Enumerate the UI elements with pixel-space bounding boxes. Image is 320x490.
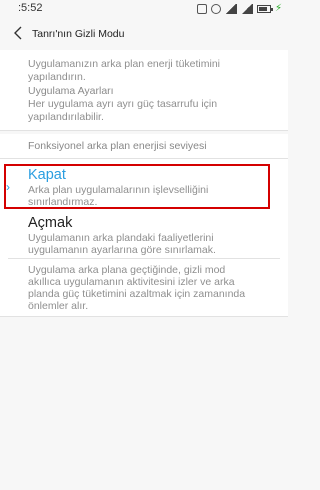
battery-icon	[256, 5, 273, 13]
wifi-icon	[240, 4, 253, 14]
settings-section: Uygulamanızın arka plan enerji tüketimin…	[0, 50, 288, 130]
inner-divider	[0, 158, 288, 159]
option-divider	[8, 258, 280, 259]
option-acmak-title: Açmak	[28, 215, 73, 231]
intro-text-line1: Uygulamanızın arka plan enerji tüketimin…	[28, 58, 221, 70]
status-icons: ⚡	[196, 3, 282, 15]
option-kapat-desc-line2: sınırlandırmaz.	[28, 196, 98, 208]
app-settings-desc-line1: Her uygulama ayrı ayrı güç tasarrufu içi…	[28, 98, 218, 110]
page-title: Tanrı'nın Gizli Modu	[32, 28, 125, 40]
chevron-left-icon[interactable]	[10, 24, 28, 42]
intro-text-line2: yapılandırın.	[28, 71, 86, 83]
bottom-divider	[0, 316, 288, 317]
footer-note-line4: önlemler alır.	[28, 300, 89, 312]
app-settings-title: Uygulama Ayarları	[28, 85, 114, 97]
functional-level-label: Fonksiyonel arka plan enerjisi seviyesi	[28, 140, 207, 152]
signal-icon	[224, 4, 237, 14]
selected-indicator-icon: ›	[6, 180, 10, 194]
app-settings-desc-line2: yapılandırılabilir.	[28, 111, 104, 123]
alarm-icon	[210, 4, 221, 14]
option-kapat-title: Kapat	[28, 167, 66, 183]
status-bar: :5:52 ⚡	[0, 0, 288, 18]
option-acmak-desc-line2: uygulamanın ayarlarına göre sınırlamak.	[28, 244, 216, 256]
status-time: :5:52	[18, 2, 43, 14]
sync-icon	[196, 4, 207, 14]
charging-icon: ⚡	[274, 3, 282, 14]
section-divider	[0, 130, 288, 131]
title-bar: Tanrı'nın Gizli Modu	[0, 18, 288, 50]
